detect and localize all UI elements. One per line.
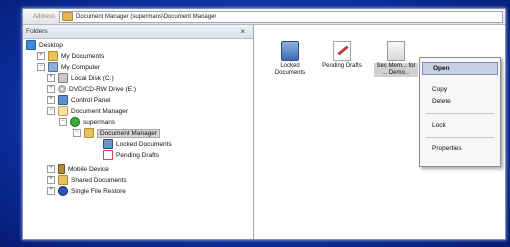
tree-item-local-disk[interactable]: + Local Disk (C:) (47, 73, 114, 83)
expand-toggle[interactable]: + (47, 187, 55, 195)
collapse-toggle[interactable]: − (59, 118, 67, 126)
tree-item-my-documents[interactable]: + My Documents (37, 51, 104, 61)
file-item-locked-documents[interactable]: Locked Documents (268, 41, 312, 77)
locked-documents-icon (103, 139, 113, 149)
menu-separator (426, 137, 494, 138)
address-field[interactable]: Document Manager (supermans\Document Man… (59, 10, 504, 23)
pending-drafts-icon (333, 41, 351, 61)
close-icon[interactable]: × (240, 27, 245, 36)
context-menu: Open Copy Delete Lock Properties (419, 57, 501, 167)
tree-item-label: Pending Drafts (116, 151, 159, 159)
tree-item-label: Single File Restore (71, 187, 126, 195)
address-bar: Address Document Manager (supermans\Docu… (23, 9, 505, 25)
locked-documents-icon (281, 41, 299, 61)
pending-drafts-icon (103, 150, 113, 160)
expand-toggle[interactable]: + (47, 74, 55, 82)
tree-item-document-manager[interactable]: − Document Manager (47, 106, 128, 116)
folders-pane: Folders × Desktop + My Documents − My Co… (23, 25, 254, 239)
tree-item-label: DVD/CD-RW Drive (E:) (69, 85, 137, 93)
menu-separator (426, 113, 494, 114)
address-label: Address (33, 13, 56, 20)
tree-item-label: Desktop (39, 41, 63, 49)
document-icon (387, 41, 405, 61)
desktop-icon (26, 40, 36, 50)
menu-item-lock[interactable]: Lock (422, 120, 498, 131)
folder-icon (48, 51, 58, 61)
tree-item-mobile-device[interactable]: + Mobile Device (47, 164, 109, 174)
expand-toggle[interactable]: + (37, 52, 45, 60)
disk-icon (58, 73, 68, 83)
collapse-toggle[interactable]: − (37, 63, 45, 71)
tree-item-shared-documents[interactable]: + Shared Documents (47, 175, 127, 185)
tree-item-label: Control Panel (71, 96, 111, 104)
tree-item-single-file-restore[interactable]: + Single File Restore (47, 186, 126, 196)
collapse-toggle[interactable]: − (47, 107, 55, 115)
tree-item-label: Shared Documents (71, 176, 127, 184)
expand-toggle[interactable]: + (47, 96, 55, 104)
tree-item-label: Locked Documents (116, 140, 172, 148)
tree-item-label: Document Manager (97, 128, 161, 138)
explorer-window: Address Document Manager (supermans\Docu… (22, 8, 506, 240)
computer-icon (48, 62, 58, 72)
folder-icon (84, 128, 94, 138)
tree-item-label: My Computer (61, 63, 101, 71)
folder-icon (62, 12, 74, 21)
expand-toggle[interactable]: + (47, 176, 55, 184)
tree-item-dvd-drive[interactable]: + DVD/CD-RW Drive (E:) (47, 84, 136, 94)
user-icon (70, 117, 80, 127)
address-path: Document Manager (supermans\Document Man… (76, 13, 217, 20)
menu-item-properties[interactable]: Properties (422, 143, 498, 154)
collapse-toggle[interactable]: − (73, 129, 81, 137)
folder-icon (58, 175, 68, 185)
tree-item-pending-drafts[interactable]: Pending Drafts (103, 150, 159, 160)
tree-item-desktop[interactable]: Desktop (26, 40, 63, 50)
tree-item-label: Local Disk (C:) (71, 74, 114, 82)
expand-toggle[interactable]: + (47, 165, 55, 173)
restore-icon (58, 186, 68, 196)
folders-title: Folders (26, 28, 48, 35)
tree-item-my-computer[interactable]: − My Computer (37, 62, 100, 72)
tree-item-label: Mobile Device (68, 165, 109, 173)
file-item-document[interactable]: Sec Mem... for ... Demo... (374, 41, 418, 77)
tree-item-control-panel[interactable]: + Control Panel (47, 95, 110, 105)
tree-item-label: My Documents (61, 52, 105, 60)
tree-item-document-manager-folder[interactable]: − Document Manager (73, 128, 161, 138)
control-panel-icon (58, 95, 68, 105)
menu-item-delete[interactable]: Delete (422, 96, 498, 107)
tree-item-supermans[interactable]: − supermans (59, 117, 115, 127)
menu-item-open[interactable]: Open (422, 62, 498, 75)
file-item-label: Sec Mem... for ... Demo... (374, 63, 418, 77)
dvd-icon (58, 85, 66, 93)
file-item-pending-drafts[interactable]: Pending Drafts (320, 41, 364, 70)
file-item-label: Locked Documents (274, 63, 306, 76)
document-manager-icon (58, 106, 68, 116)
tree-item-locked-documents[interactable]: Locked Documents (103, 139, 172, 149)
menu-item-copy[interactable]: Copy (422, 84, 498, 95)
tree-item-label: Document Manager (71, 107, 129, 115)
folders-header: Folders × (23, 25, 253, 39)
expand-toggle[interactable]: + (47, 85, 55, 93)
file-item-label: Pending Drafts (322, 63, 362, 69)
mobile-device-icon (58, 164, 65, 174)
tree-item-label: supermans (83, 118, 116, 126)
